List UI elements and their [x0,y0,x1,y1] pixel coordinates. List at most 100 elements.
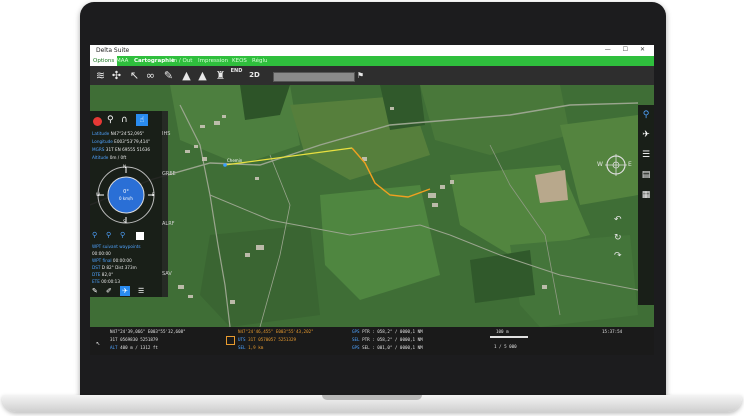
menu-cartographie[interactable]: Cartographie [134,58,175,64]
cursor-icon[interactable]: ↖ [128,69,141,82]
map-compass[interactable]: W E [597,151,632,179]
sel-ptr-value: PTR : 058,2° / 0000,1 NM [362,337,423,342]
menu-keos[interactable]: KEOS [232,58,247,64]
panel-tabs: IHS GREE ALRF SAV [162,111,176,297]
record-button[interactable] [93,117,102,126]
altitude-value: 0m / 0ft [109,155,127,160]
waypoint-edit-icon[interactable]: ⚲ [106,231,111,239]
stop-button[interactable] [136,232,144,240]
scale-label: 100 m [496,329,509,334]
status-bar: ↖ N47°24'39,066" E003°55'32,608" 31T 056… [90,327,654,355]
heading-n: N [123,164,126,169]
peak-icon[interactable]: ▲ [196,69,209,82]
menu-options[interactable]: Options [90,56,118,66]
hand-icon[interactable]: ☝ [136,114,148,126]
waypoint-add-icon[interactable]: ⚲ [92,231,97,239]
sel-ptr-label: SEL [352,337,360,342]
tab-alrf[interactable]: ALRF [162,221,175,227]
speed-value: 0 km/h [119,196,133,201]
target-box-icon[interactable] [226,336,235,345]
rotate-reset-icon[interactable]: ↻ [614,233,622,243]
binoculars-icon[interactable]: ∞ [144,69,157,82]
menu-in-out[interactable]: In / Out [172,58,192,64]
latitude-value: N47°24'52,095" [110,131,145,136]
rotate-left-icon[interactable]: ↶ [614,215,622,225]
wpt-final-value: 00:00:00 [112,258,132,263]
tab-ihs[interactable]: IHS [162,131,170,137]
wpt-next-label: WPT suivant waypoints [92,244,141,249]
flag-icon[interactable]: ⚑ [354,69,367,82]
alt-label: ALT [110,345,118,350]
clock: 15:37:54 [602,329,623,334]
pin-icon[interactable]: ⚲ [107,115,114,125]
menu-maa[interactable]: MAA [116,58,128,64]
search-input[interactable] [273,72,355,82]
cursor-coords: N47°24'39,066" E003°55'32,608" [110,329,186,334]
end-button[interactable]: END [230,68,243,81]
pencil-icon[interactable]: ✎ [162,69,175,82]
window-controls[interactable]: — ☐ ✕ [605,46,650,53]
scale-bar [490,336,528,338]
longitude-value: E003°53'79,414" [114,139,150,144]
wpt-final-label: WPT final [92,258,112,263]
list-icon[interactable]: ☰ [640,149,652,161]
mgrs-label: MGRS [92,147,105,152]
compass-w: W [597,161,603,168]
mode-2d-button[interactable]: 2D [248,69,261,82]
tab-sav[interactable]: SAV [162,271,172,277]
gps-sel-label: GPS [352,345,360,350]
ete-label: ETE [92,279,100,284]
u-turn-icon[interactable]: ∩ [121,115,128,125]
heading-value: 0° [123,189,129,195]
menu-icon[interactable]: ☰ [138,287,144,295]
gps-ptr-label: GPS [352,329,360,334]
mgrs-value: 31T EN 69555 51636 [105,147,151,152]
sel-value: 1,9 km [248,345,264,350]
dst-value: D 82° Dist 373m [101,265,137,270]
alt-value: 400 m / 1312 ft [120,345,158,350]
toolbar: ≋ ✣ ↖ ∞ ✎ ▲ ▲ ♜ END 2D ⚑ [90,66,654,85]
longitude-label: Longitude [92,139,113,144]
navigation-panel: ⚲ ∩ ☝ Latitude N47°24'52,095" Longitude … [90,111,162,297]
document-icon[interactable]: ▤ [640,169,652,181]
menu-reglu[interactable]: Réglu [252,58,267,64]
gps-ptr-value: PTR : 058,2° / 0000,1 NM [362,329,423,334]
wpt-next-time: 00:00:00 [92,251,111,256]
menu-bar: Options MAA Cartographie In / Out Impres… [90,56,654,66]
scale-ratio: 1 / 5 000 [494,344,517,349]
waypoint-link-icon[interactable]: ⚲ [120,231,125,239]
window-title: Delta Suite [96,47,130,54]
mountain-icon[interactable]: ▲ [180,69,193,82]
puzzle-icon[interactable]: ✣ [110,69,123,82]
rotate-right-icon[interactable]: ↷ [614,251,622,261]
gps-sel-value: SEL : 001,0° / 0000,1 NM [362,345,423,350]
brush-icon[interactable]: ✎ [92,287,98,295]
dte-value: 82,0° [101,272,114,277]
layers-icon[interactable]: ≋ [94,69,107,82]
laptop-notch [322,395,422,400]
compass-e: E [628,161,632,168]
cursor-utm: 31T 0569830 5251879 [110,337,158,342]
latitude-label: Latitude [92,131,110,136]
uts-value: 31T 0570057 5251329 [248,337,297,342]
right-tools-panel: ⚲ ✈ ☰ ▤ ▦ [638,105,654,305]
satellite-icon[interactable]: ✈ [120,286,130,296]
waypoint-label: Chemin [227,158,243,163]
marker-icon[interactable]: ✐ [106,287,112,295]
app-window: Delta Suite — ☐ ✕ Options MAA Cartograph… [90,45,654,355]
title-bar: Delta Suite — ☐ ✕ [90,45,654,56]
dst-label: DST [92,265,101,270]
location-pin-icon[interactable]: ⚲ [640,109,652,121]
pointer-icon: ↖ [96,339,101,347]
route-icon[interactable]: ✈ [640,129,652,141]
satellite-map [90,85,654,327]
target-coords: N47°24'46,455" E003°55'43,202" [238,329,314,334]
uts-label: UTS [238,337,246,342]
menu-impression[interactable]: Impression [198,58,228,64]
heading-compass: N S W E 0° 0 km/h [96,164,156,225]
tab-gree[interactable]: GREE [162,171,176,177]
calculator-icon[interactable]: ▦ [640,189,652,201]
tower-icon[interactable]: ♜ [214,69,227,82]
sel-label: SEL [238,345,246,350]
map-view[interactable]: Chemin W E ↶ ↻ ↷ [90,85,654,327]
